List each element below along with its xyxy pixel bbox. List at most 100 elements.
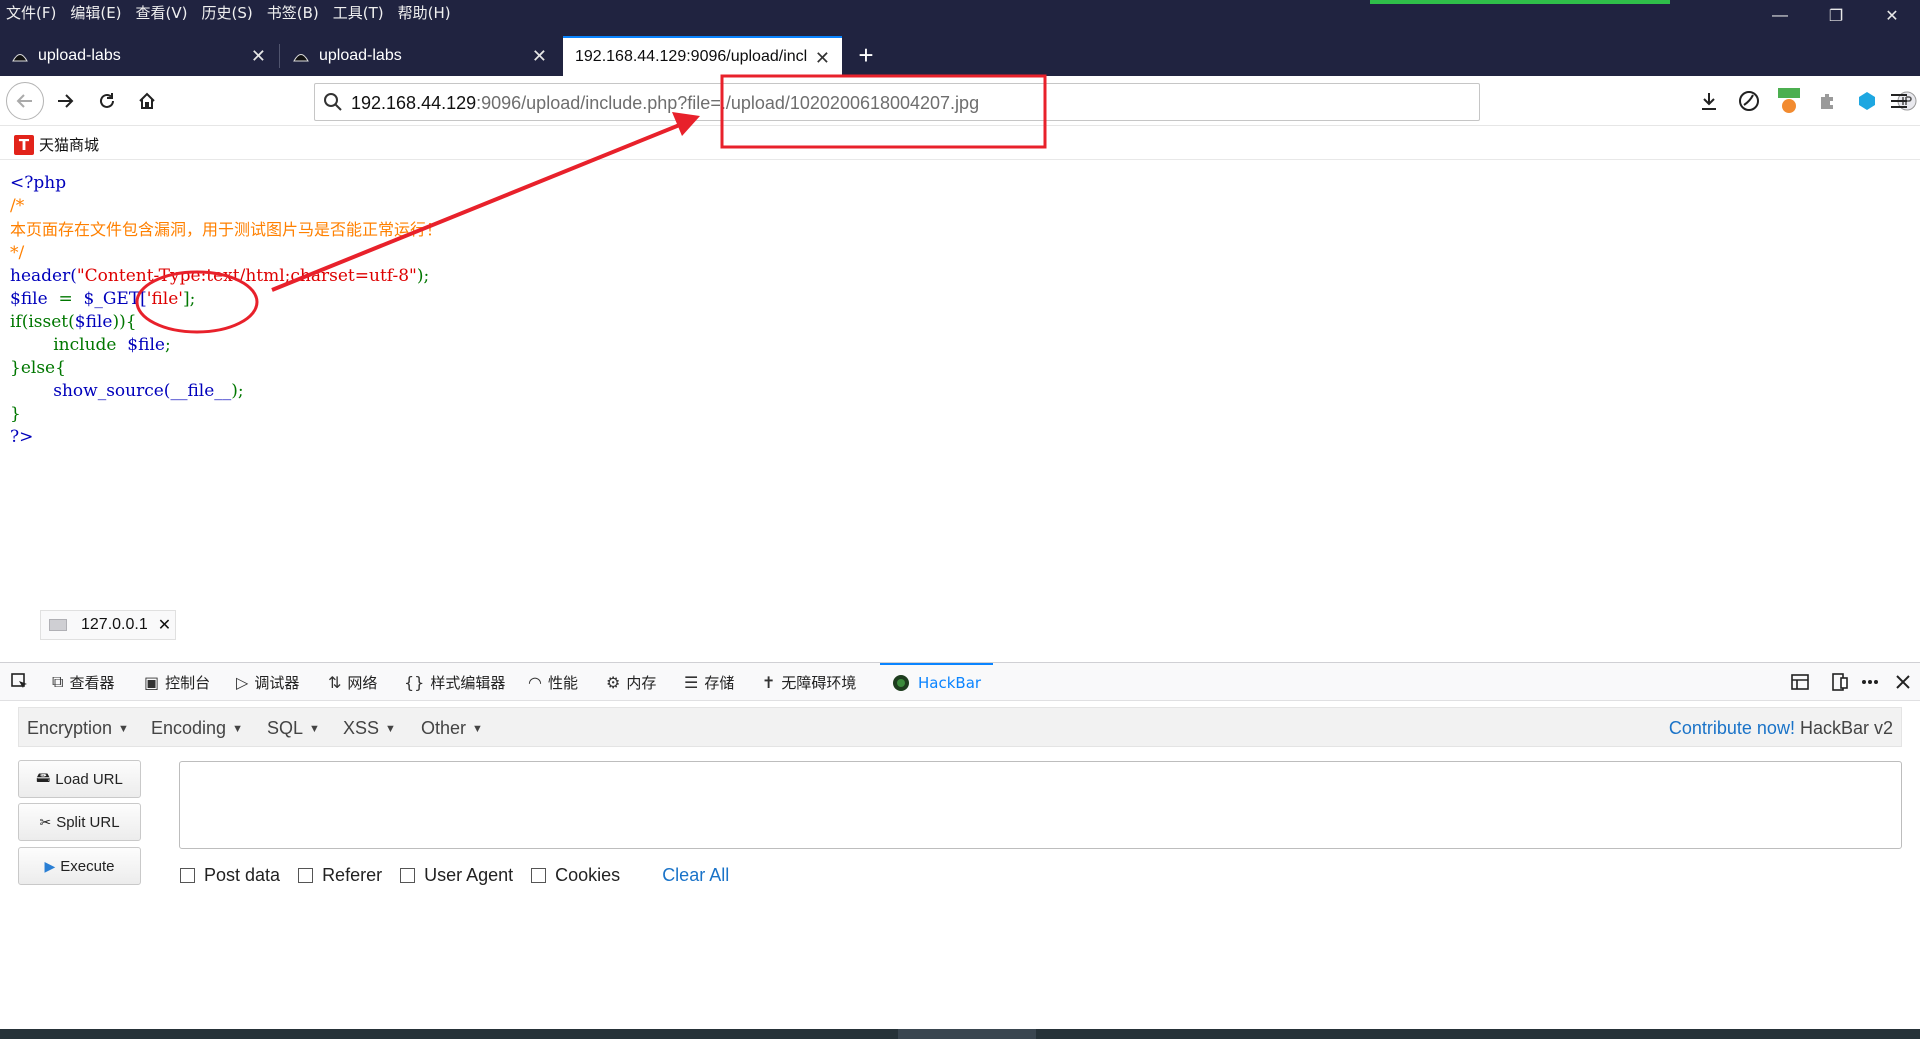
tab-debugger[interactable]: ▷ 调试器 [236,663,299,701]
tab-title: 192.168.44.129:9096/upload/incl [575,48,808,65]
new-tab-button[interactable]: + [850,40,882,72]
url-bar[interactable]: 192.168.44.129:9096/upload/include.php?f… [314,83,1480,121]
tab-close-icon[interactable]: ✕ [532,46,547,67]
sql-dropdown[interactable]: SQL ▼ [267,718,320,739]
referer-checkbox[interactable] [298,868,314,883]
restore-button[interactable]: ❐ [1808,0,1864,32]
execute-button[interactable]: ▶ Execute [18,847,141,885]
code-comment-text: 本页面存在文件包含漏洞，用于测试图片马是否能正常运行！ [10,220,443,239]
element-picker-button[interactable] [10,663,30,701]
menu-file[interactable]: 文件(F) [6,2,56,23]
php-source-code: <?php /* 本页面存在文件包含漏洞，用于测试图片马是否能正常运行！ */ … [10,172,442,449]
clear-all-link[interactable]: Clear All [662,865,729,886]
tab-inspector[interactable]: ⧉ 查看器 [52,663,114,701]
menu-edit[interactable]: 编辑(E) [70,2,121,23]
dark-theme-extension-icon[interactable] [1736,88,1762,114]
tab-performance[interactable]: ◠ 性能 [528,663,578,701]
split-url-button[interactable]: ✂ Split URL [18,803,141,841]
menu-help[interactable]: 帮助(H) [398,2,451,23]
hackbar-url-textarea[interactable] [179,761,1902,849]
download-icon[interactable] [1696,88,1722,114]
load-url-button[interactable]: 🖴 Load URL [18,760,141,798]
code-file-var: $file [10,289,48,309]
tab-network[interactable]: ⇅ 网络 [328,663,377,701]
code-isset-var: $file [74,312,113,332]
home-button[interactable] [130,84,164,118]
wappalyzer-extension-icon[interactable] [1854,88,1880,114]
menu-history[interactable]: 历史(S) [202,2,253,23]
tab-title: upload-labs [38,47,121,64]
menu-bookmarks[interactable]: 书签(B) [267,2,319,23]
bookmark-tmall[interactable]: T 天猫商城 [14,134,99,155]
reload-icon [100,93,114,108]
tab-active-include[interactable]: 192.168.44.129:9096/upload/incl ✕ [563,36,842,76]
navigation-bar: 192.168.44.129:9096/upload/include.php?f… [0,76,1920,126]
load-url-icon: 🖴 [36,769,51,785]
tab-separator [279,44,280,68]
more-options-icon[interactable] [1860,663,1880,701]
code-comment-end: */ [10,243,25,263]
devtools-toolbar: ⧉ 查看器 ▣ 控制台 ▷ 调试器 ⇅ 网络 {} 样式编辑器 ◠ 性能 ⚙ 内存 ☰ 存储 ✝… [0,663,1920,701]
bookmarks-toolbar: T 天猫商城 [0,126,1920,160]
xss-dropdown[interactable]: XSS ▼ [343,718,396,739]
url-text[interactable]: 192.168.44.129:9096/upload/include.php?f… [351,93,979,114]
button-label: Split URL [56,813,120,831]
tab-accessibility[interactable]: ✝ 无障碍环境 [762,663,856,701]
hackbar-icon [893,675,909,691]
cookies-checkbox[interactable] [531,868,547,883]
post-data-checkbox[interactable] [180,868,195,883]
tab-upload-labs-1[interactable]: upload-labs ✕ [0,36,278,76]
menu-view[interactable]: 查看(V) [136,2,188,23]
hamburger-menu-icon[interactable] [1888,90,1910,112]
bookmark-label: 天猫商城 [39,136,100,154]
other-dropdown[interactable]: Other ▼ [421,718,483,739]
code-get-key: 'file' [146,289,183,309]
page-load-progress [1370,0,1670,4]
tab-style-editor[interactable]: {} 样式编辑器 [404,663,505,701]
forward-button[interactable] [48,84,82,118]
close-icon[interactable]: ✕ [158,615,171,635]
dropdown-label: Encoding [151,718,227,738]
back-arrow-icon [16,94,32,108]
dock-side-icon[interactable] [1790,663,1810,701]
tab-memory[interactable]: ⚙ 内存 [606,663,656,701]
code-show-source-arg: __file__ [170,381,232,401]
post-data-option[interactable]: Post data [180,865,280,886]
code-php-close: ?> [10,427,34,447]
tmall-logo-icon: T [14,134,34,155]
referer-option[interactable]: Referer [298,865,382,886]
close-devtools-icon[interactable] [1894,663,1912,701]
encoding-dropdown[interactable]: Encoding ▼ [151,718,243,739]
caret-down-icon: ▼ [118,723,129,736]
performance-icon: ◠ [528,672,542,692]
menu-tools[interactable]: 工具(T) [333,2,384,23]
style-editor-icon: {} [404,672,425,692]
tab-console[interactable]: ▣ 控制台 [144,663,210,701]
tab-close-icon[interactable]: ✕ [251,46,266,67]
close-window-button[interactable]: ✕ [1864,0,1920,32]
caret-down-icon: ▼ [472,723,483,736]
tab-hackbar[interactable]: HackBar [880,663,994,701]
responsive-design-icon[interactable] [1830,663,1850,701]
tab-close-icon[interactable]: ✕ [815,48,830,69]
minimize-button[interactable]: — [1752,0,1808,32]
dropdown-label: SQL [267,718,304,738]
option-label: Referer [322,865,383,885]
user-agent-option[interactable]: User Agent [400,865,513,886]
burp-proxy-extension-icon[interactable] [1776,88,1802,114]
hackbar-menu-bar: Encryption ▼ Encoding ▼ SQL ▼ XSS ▼ Other ▼ C… [18,707,1902,747]
user-agent-checkbox[interactable] [400,868,416,883]
reload-button[interactable] [90,84,124,118]
encryption-dropdown[interactable]: Encryption ▼ [27,718,129,739]
upload-labs-favicon-icon [293,54,309,62]
tab-storage[interactable]: ☰ 存储 [684,663,734,701]
code-else: }else{ [10,358,66,378]
host-status-tooltip: 127.0.0.1 ✕ [40,610,176,640]
puzzle-extension-icon[interactable] [1814,88,1840,114]
cookies-option[interactable]: Cookies [531,865,620,886]
back-button[interactable] [6,82,44,120]
contribute-link[interactable]: Contribute now! [1669,718,1795,738]
code-get-superglobal: $_GET[ [83,289,147,309]
code-header-string: "Content-Type:text/html;charset=utf-8" [76,266,417,286]
tab-upload-labs-2[interactable]: upload-labs ✕ [281,36,559,76]
